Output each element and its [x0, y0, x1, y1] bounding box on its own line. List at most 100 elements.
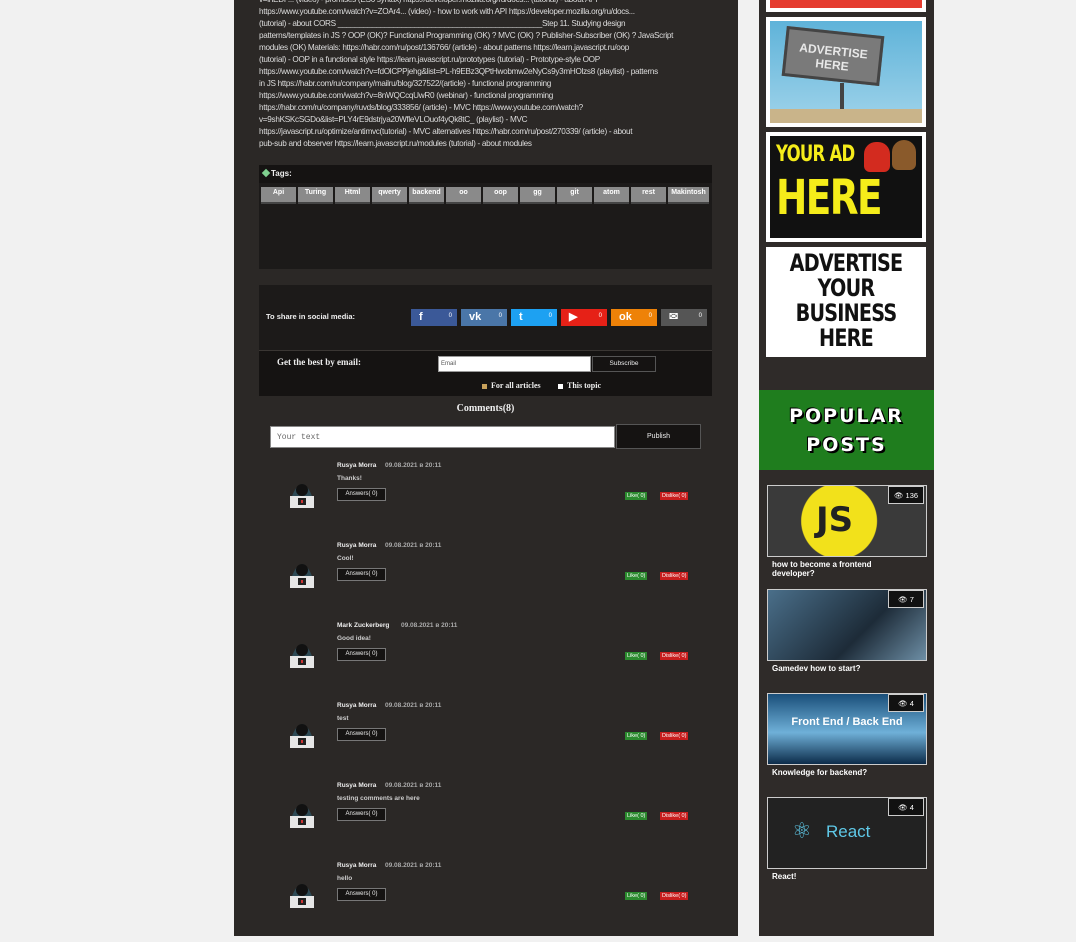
- tag-backend[interactable]: backend: [409, 187, 444, 204]
- comment-author[interactable]: Mark Zuckerberg: [337, 622, 389, 629]
- tags-panel: Tags: Api Turing Html qwerty backend oo oop gg g…: [259, 165, 712, 269]
- ad-mascot-icon: [892, 140, 916, 170]
- comment-date: 09.08.2021 в 20:11: [401, 622, 458, 629]
- avatar-icon: [286, 714, 318, 750]
- post-views: 👁 4: [888, 798, 924, 816]
- like-button[interactable]: Like( 0): [625, 572, 648, 580]
- ad-mascot-icon: [864, 142, 890, 172]
- article-line: modules (OK) Materials: https://habr.com…: [259, 43, 630, 52]
- article-line: https://www.youtube.com/watch?v=ZOAr4...…: [259, 7, 635, 16]
- dislike-button[interactable]: Dislike( 0): [660, 812, 689, 820]
- like-button[interactable]: Like( 0): [625, 652, 648, 660]
- post-image-text: Front End / Back End: [791, 716, 903, 728]
- answers-button[interactable]: Answers( 0): [337, 648, 386, 661]
- tag-makintosh[interactable]: Makintosh: [668, 187, 709, 204]
- odnoklassniki-icon: ok: [619, 311, 632, 323]
- publish-button[interactable]: Publish: [616, 424, 701, 449]
- youtube-icon: ▶: [569, 311, 578, 323]
- share-count: 0: [648, 313, 652, 319]
- post-image-text: React: [826, 822, 871, 841]
- comment-text: testing comments are here: [337, 795, 420, 802]
- like-button[interactable]: Like( 0): [625, 492, 648, 500]
- post-title[interactable]: Knowledge for backend?: [767, 768, 912, 777]
- views-count: 4: [909, 803, 914, 812]
- avatar-icon: [286, 794, 318, 830]
- answers-button[interactable]: Answers( 0): [337, 808, 386, 821]
- avatar-icon: [286, 634, 318, 670]
- popular-post[interactable]: ⚛ React 👁 4 React!: [767, 797, 927, 881]
- post-title[interactable]: how to become a frontend developer?: [767, 560, 912, 578]
- article-line: https://javascript.ru/optimize/antimvc(t…: [259, 127, 633, 136]
- your-ad-line1: YOUR AD: [776, 142, 855, 167]
- share-count: 0: [498, 313, 502, 319]
- billboard-text: ADVERTISE HERE: [781, 26, 885, 86]
- share-facebook-button[interactable]: f0: [411, 309, 457, 326]
- popular-post[interactable]: JS 👁 136 how to become a frontend develope…: [767, 485, 927, 578]
- tag-api[interactable]: Api: [261, 187, 296, 204]
- like-button[interactable]: Like( 0): [625, 812, 648, 820]
- tag-git[interactable]: git: [557, 187, 592, 204]
- comment-author[interactable]: Rusya Morra: [337, 782, 376, 789]
- email-field[interactable]: Email: [438, 356, 591, 372]
- post-thumbnail[interactable]: ⚛ React 👁 4: [767, 797, 927, 869]
- ad-your-ad-here[interactable]: YOUR AD HERE: [766, 132, 926, 242]
- tags-header: Tags:: [259, 165, 712, 183]
- ad-banner-top[interactable]: [766, 0, 926, 12]
- post-title[interactable]: React!: [767, 872, 912, 881]
- comment-author[interactable]: Rusya Morra: [337, 542, 376, 549]
- tag-rest[interactable]: rest: [631, 187, 666, 204]
- facebook-icon: f: [419, 311, 423, 323]
- answers-button[interactable]: Answers( 0): [337, 888, 386, 901]
- answers-button[interactable]: Answers( 0): [337, 488, 386, 501]
- share-odnoklassniki-button[interactable]: ok 0: [611, 309, 657, 326]
- answers-button[interactable]: Answers( 0): [337, 568, 386, 581]
- opt-this-topic-checkbox[interactable]: This topic: [558, 381, 601, 390]
- comment-item: Rusya Morra 09.08.2021 в 20:11 Thanks! Answ…: [259, 462, 712, 542]
- share-label: To share in social media:: [266, 312, 356, 321]
- like-button[interactable]: Like( 0): [625, 732, 648, 740]
- comment-item: Rusya Morra 09.08.2021 в 20:11 Cool! Answer…: [259, 542, 712, 622]
- answers-button[interactable]: Answers( 0): [337, 728, 386, 741]
- eye-icon: 👁: [898, 595, 910, 604]
- article-line: https://habr.com/ru/company/ruvds/blog/3…: [259, 103, 583, 112]
- dislike-button[interactable]: Dislike( 0): [660, 492, 689, 500]
- subscribe-button[interactable]: Subscribe: [592, 356, 656, 372]
- dislike-button[interactable]: Dislike( 0): [660, 732, 689, 740]
- business-ad-text: ADVERTISE YOUR BUSINESS HERE: [789, 251, 903, 352]
- tag-gg[interactable]: gg: [520, 187, 555, 204]
- comment-textarea[interactable]: Your text: [270, 426, 615, 448]
- like-button[interactable]: Like( 0): [625, 892, 648, 900]
- dislike-button[interactable]: Dislike( 0): [660, 572, 689, 580]
- share-youtube-button[interactable]: ▶ 0: [561, 309, 607, 326]
- tag-oo[interactable]: oo: [446, 187, 481, 204]
- tag-qwerty[interactable]: qwerty: [372, 187, 407, 204]
- share-twitter-button[interactable]: t0: [511, 309, 557, 326]
- tag-oop[interactable]: oop: [483, 187, 518, 204]
- ad-billboard[interactable]: ADVERTISE HERE: [766, 17, 926, 127]
- share-email-button[interactable]: ✉ 0: [661, 309, 707, 326]
- comment-author[interactable]: Rusya Morra: [337, 862, 376, 869]
- article-line: (tutorial) - about CORS ________________…: [259, 19, 626, 28]
- tags-label: Tags:: [271, 169, 292, 178]
- dislike-button[interactable]: Dislike( 0): [660, 892, 689, 900]
- post-thumbnail[interactable]: 👁 7: [767, 589, 927, 661]
- share-vk-button[interactable]: vk 0: [461, 309, 507, 326]
- tag-turing[interactable]: Turing: [298, 187, 333, 204]
- post-thumbnail[interactable]: Front End / Back End 👁 4: [767, 693, 927, 765]
- tag-atom[interactable]: atom: [594, 187, 629, 204]
- opt-all-articles-checkbox[interactable]: For all articles: [482, 381, 541, 390]
- dislike-button[interactable]: Dislike( 0): [660, 652, 689, 660]
- article-body: v=lnEDP... (video) - promises (ES6 synta…: [259, 0, 711, 150]
- tag-html[interactable]: Html: [335, 187, 370, 204]
- comment-text: Cool!: [337, 555, 354, 562]
- ad-business[interactable]: ADVERTISE YOUR BUSINESS HERE: [766, 247, 926, 357]
- popular-post[interactable]: Front End / Back End 👁 4 Knowledge for bac…: [767, 693, 927, 777]
- post-views: 👁 136: [888, 486, 924, 504]
- popular-post[interactable]: 👁 7 Gamedev how to start?: [767, 589, 927, 673]
- post-title[interactable]: Gamedev how to start?: [767, 664, 912, 673]
- comment-date: 09.08.2021 в 20:11: [385, 702, 442, 709]
- comment-author[interactable]: Rusya Morra: [337, 462, 376, 469]
- article-line: https://www.youtube.com/watch?v=8nWQCcqU…: [259, 91, 553, 100]
- post-thumbnail[interactable]: JS 👁 136: [767, 485, 927, 557]
- comment-author[interactable]: Rusya Morra: [337, 702, 376, 709]
